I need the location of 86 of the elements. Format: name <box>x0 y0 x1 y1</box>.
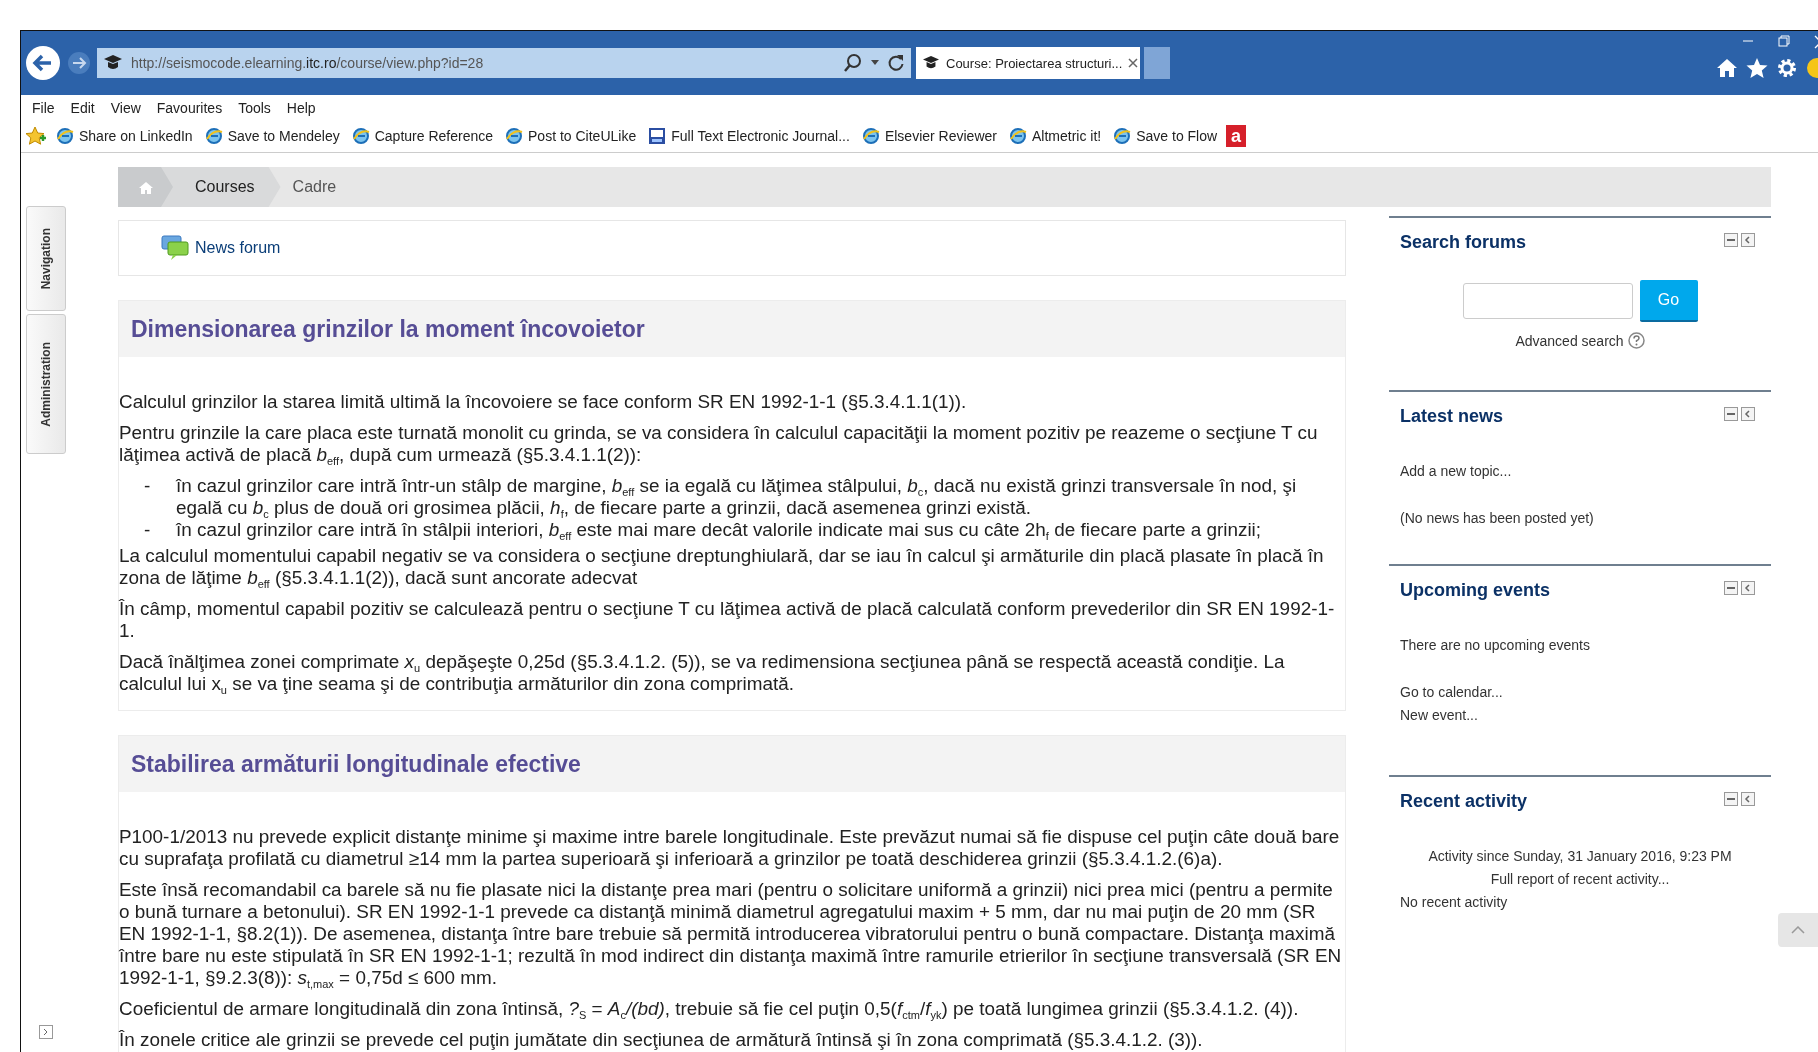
minimize-icon[interactable] <box>1724 233 1738 247</box>
menu-item[interactable]: Tools <box>231 99 278 116</box>
bookmark-badge[interactable]: a <box>1226 125 1247 147</box>
browser-tab[interactable]: Course: Proiectarea structuri... <box>916 47 1140 79</box>
star-icon[interactable] <box>1746 57 1768 79</box>
breadcrumb-link[interactable]: Courses <box>161 167 281 207</box>
dock-block-icon[interactable] <box>1741 233 1755 247</box>
address-bar[interactable]: http://seismocode.elearning.itc.ro/course/view.php?id=28 <box>97 48 911 78</box>
block-title: Upcoming events <box>1400 580 1551 602</box>
block-text: (No news has been posted yet) <box>1400 509 1595 528</box>
menu-item[interactable]: Help <box>279 99 323 116</box>
paragraph: Dacă înălţimea zonei comprimate x$_{u}$ depăşeşte 0,25d (§5.3.4.1.2. (5)), se va redimensiona secţiunea până se respectă această condiţie. La calculul lui x$_{u}$ se va ţine seama şi de contribuţia armăturilor din zona comprimată. <box>119 651 1286 695</box>
paragraph: În câmp, momentul capabil pozitiv se calculează pentru o secţiune T cu lăţimea activă de placă calculată conform prevederilor din SR EN 1992-1-1. <box>119 598 1336 642</box>
section-heading: Dimensionarea grinzilor la moment încovoietor <box>119 301 1345 357</box>
menu-item[interactable]: Favourites <box>149 99 230 116</box>
block-text: Go to calendar... <box>1400 683 1504 702</box>
paragraph: Pentru grinzile la care placa este turnată monolit cu grinda, se va considera în calculul capacităţii la moment pozitiv pe reazeme o secţiune T cu lăţimea activă de placă b$_{eff}$, după cum urmează (§5.3.4.1.1(2)): <box>119 422 1319 466</box>
bookmark-link[interactable]: Post to CiteULike <box>528 128 637 144</box>
minimize-icon[interactable] <box>1724 407 1738 421</box>
restore-icon[interactable] <box>1778 35 1790 47</box>
list-marker: - <box>144 519 152 541</box>
back-icon[interactable] <box>25 45 61 81</box>
graduation-cap-icon <box>103 54 123 72</box>
paragraph: În zonele critice ale grinzii se prevede cel puţin jumătate din secţiunea de armătură întinsă şi în zona comprimată (§5.3.4.1.2. (3)). <box>119 1029 1204 1051</box>
bookmark-link[interactable]: Save to Mendeley <box>227 128 340 144</box>
dock-tab[interactable]: Navigation <box>26 206 66 311</box>
paragraph: La calculul momentului capabil negativ se va considera o secţiune dreptunghiulară, dar se iau în calcul şi armăturile din placă plasate în placă în zona de lăţime b$_{eff}$ (§5.3.4.1.1(2)), dacă sunt ancorate adecvat <box>119 545 1325 589</box>
dock-block-icon[interactable] <box>1741 407 1755 421</box>
browser-page-icon <box>56 127 74 145</box>
list-marker: - <box>144 475 152 498</box>
block-text: New event... <box>1400 706 1479 725</box>
browser-page-icon <box>861 127 880 145</box>
search-field[interactable] <box>1462 283 1633 319</box>
menu-item[interactable]: File <box>25 99 62 116</box>
block-title: Latest news <box>1400 406 1504 428</box>
bookmark-link[interactable]: Save to Flow <box>1136 128 1218 144</box>
dock-toggle-icon[interactable] <box>39 1025 53 1039</box>
dock-tab[interactable]: Administration <box>26 314 66 454</box>
chevron-up-icon <box>1791 926 1805 934</box>
bookmark-link[interactable]: Full Text Electronic Journal... <box>671 128 850 144</box>
paragraph: Este însă recomandabil ca barele să nu fie plasate nici la distanţe prea mari (pentru o solicitare uniformă a grinzii) nici prea mici (pentru a permite o bună turnare a betonului). SR EN 1992-1-1 prevede ca distanţă minimă diametrul agregatului maxim + 5 mm, dar nu mai puţin de 20 mm (SR EN 1992-1-1, §8.2(1)). De asemenea, distanţa între bare trebuie să permită introducerea vibratorului pentru o bună compactare. Distanţa maximă între bare nu este stipulată în SR EN 1992-1-1; rezultă în mod indirect din distanţa maximă între ramurile etrierilor în secţiune transversală (SR EN 1992-1-1, §9.2.3(8)): s$_{t,max}$ = 0,75d ≤ 600 mm. <box>119 879 1343 989</box>
block-text: There are no upcoming events <box>1400 636 1591 655</box>
caret-icon[interactable] <box>871 60 879 66</box>
bookmark-link[interactable]: Share on LinkedIn <box>79 128 193 144</box>
advanced-search-link[interactable]: Advanced search <box>1515 332 1624 349</box>
bookmark-link[interactable]: Elsevier Reviewer <box>884 128 997 144</box>
forum-icon <box>161 235 189 261</box>
journal-icon <box>648 127 667 145</box>
news-forum-link[interactable]: News forum <box>195 239 281 257</box>
block-text: Activity since Sunday, 31 January 2016, 9:23 PM <box>1427 847 1733 866</box>
section-heading: Stabilirea armăturii longitudinale efective <box>119 736 1345 792</box>
list-item-text: în cazul grinzilor care intră într-un stâlp de margine, b$_{eff}$ se ia egală cu lăţimea stâlpului, b$_{c}$, dacă nu există grinzi transversale în nod, şi egală cu b$_{c}$ plus de două ori grosimea plăcii, h$_{f}$, de fiecare parte a grinzii, dacă asemenea grinzi există. <box>176 475 1298 519</box>
block-text: Add a new topic... <box>1400 462 1513 481</box>
close-icon[interactable] <box>1128 58 1139 68</box>
block-title: Search forums <box>1400 232 1527 254</box>
list-item-text: în cazul grinzilor care intră în stâlpii interiori, b$_{eff}$ este mai mare decât valorile indicate mai sus cu câte 2h$_{f}$ de fiecare parte a grinzii; <box>176 519 1262 541</box>
paragraph: Calculul grinzilor la starea limită ultimă la încovoiere se face conform SR EN 1992-1-1 (§5.3.4.1.1(1)). <box>119 391 968 413</box>
bookmark-link[interactable]: Capture Reference <box>374 128 493 144</box>
paragraph: Coeficientul de armare longitudinală din zona întinsă, ?$_{S}$ = A$_{c}$/(bd), trebuie să fie cel puţin 0,5(f$_{ctm}$/f$_{yk}$) pe toată lungimea grinzii (§5.3.4.1.2. (4)). <box>119 998 1300 1020</box>
browser-page-icon <box>505 127 523 145</box>
block-text: Full report of recent activity... <box>1489 870 1671 889</box>
graduation-cap-icon <box>922 55 940 71</box>
block-text: No recent activity <box>1400 893 1509 912</box>
browser-page-icon <box>351 127 370 145</box>
browser-page-icon <box>204 127 223 145</box>
refresh-icon[interactable] <box>887 54 905 72</box>
browser-page-icon <box>1113 127 1132 145</box>
paragraph: P100-1/2013 nu prevede explicit distanţe minime şi maxime intre barele longitudinale. Este prevăzut numai să fie dispuse cel puţin câte două bare cu suprafaţa profilată cu diametrul ≥14 mm la partea superioară şi inferioară a grinzilor pe toată deschiderea grinzii (§5.3.4.1.2.(6)a). <box>119 826 1341 870</box>
breadcrumb-item: Cadre <box>291 178 337 196</box>
menu-item[interactable]: View <box>103 99 148 116</box>
bookmark-link[interactable]: Altmetric it! <box>1031 128 1102 144</box>
home-icon[interactable] <box>1716 57 1738 79</box>
minimize-icon[interactable] <box>1724 792 1738 806</box>
home-icon <box>138 180 153 194</box>
forward-icon[interactable] <box>67 51 91 75</box>
url-text: http://seismocode.elearning.itc.ro/course/view.php?id=28 <box>131 55 485 71</box>
browser-page-icon <box>1008 127 1027 145</box>
settings-icon[interactable] <box>1776 57 1798 79</box>
minimize-icon[interactable] <box>1724 581 1738 595</box>
dock-block-icon[interactable] <box>1741 792 1755 806</box>
add-favourite-icon[interactable] <box>25 126 47 146</box>
help-icon[interactable] <box>1627 332 1645 349</box>
search-icon[interactable] <box>843 53 863 73</box>
block-title: Recent activity <box>1400 791 1528 813</box>
dock-block-icon[interactable] <box>1741 581 1755 595</box>
menu-item[interactable]: Edit <box>63 99 102 116</box>
